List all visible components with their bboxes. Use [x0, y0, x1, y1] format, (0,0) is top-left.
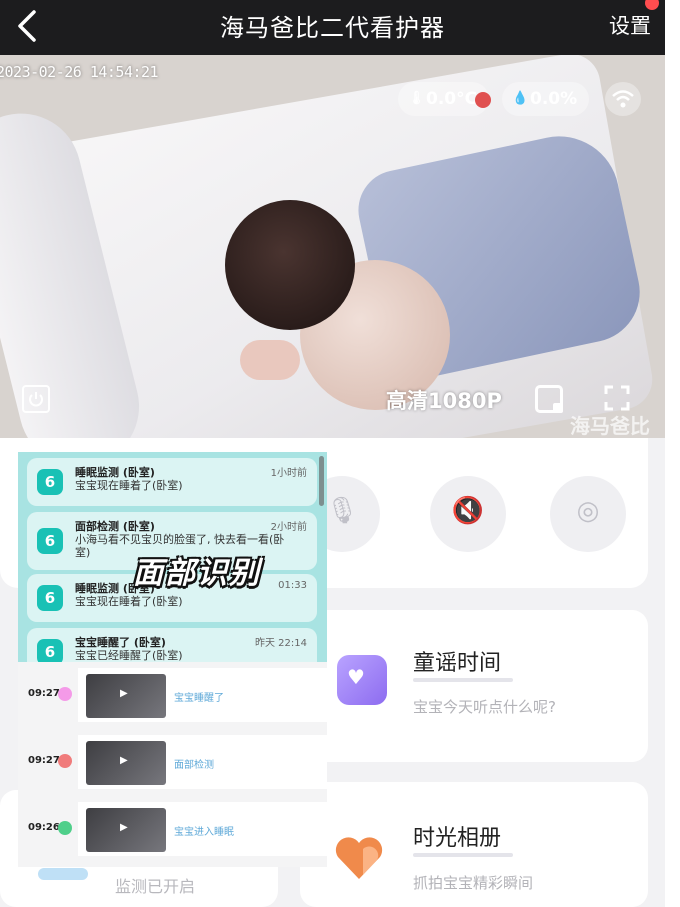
- monitor-icon: [38, 868, 88, 880]
- overlay-caption: 面部识别: [133, 556, 261, 591]
- album-card-title: 时光相册: [413, 826, 502, 851]
- mute-button[interactable]: 🔇: [430, 476, 506, 552]
- panel-scrollbar[interactable]: [319, 456, 324, 506]
- app-logo-icon: 6: [37, 585, 63, 611]
- video-scene-baby-head: [225, 200, 355, 330]
- heart-album-icon: [335, 837, 383, 879]
- notification-body: 宝宝现在睡着了(卧室): [75, 595, 183, 608]
- event-video-thumbnail[interactable]: [86, 808, 166, 852]
- event-type-icon: [58, 687, 72, 701]
- event-row[interactable]: 09:27 宝宝睡醒了: [18, 666, 327, 726]
- event-label: 宝宝进入睡眠: [174, 827, 234, 838]
- app-logo-icon: 6: [37, 469, 63, 495]
- notification-body: 宝宝已经睡醒了(卧室): [75, 649, 183, 662]
- event-video-thumbnail[interactable]: [86, 674, 166, 718]
- event-row[interactable]: 09:26 宝宝进入睡眠: [18, 800, 327, 860]
- notification-item[interactable]: 6 宝宝睡醒了 (卧室) 宝宝已经睡醒了(卧室) 昨天 22:14: [27, 628, 317, 662]
- notification-time: 1小时前: [270, 468, 307, 479]
- event-time: 09:26: [28, 822, 60, 833]
- event-list: 09:27 宝宝睡醒了 09:27 面部检测 09:26 宝宝进入睡眠: [18, 662, 327, 867]
- notification-time: 01:33: [278, 580, 307, 591]
- event-label: 宝宝睡醒了: [174, 693, 224, 704]
- right-edge: [665, 0, 680, 907]
- humidity-chip: 💧 0.0%: [502, 82, 590, 116]
- app-logo-icon: 6: [37, 528, 63, 554]
- thermometer-icon: 🌡: [408, 91, 425, 106]
- event-card[interactable]: 宝宝睡醒了: [78, 668, 327, 722]
- video-feed[interactable]: 2023-02-26 14:54:21 🌡 0.0°C 💧 0.0% 高清108…: [0, 55, 665, 438]
- temperature-chip: 🌡 0.0°C: [398, 82, 492, 116]
- power-icon[interactable]: [22, 385, 50, 413]
- notification-time: 昨天 22:14: [255, 638, 307, 649]
- notification-item[interactable]: 6 睡眠监测 (卧室) 宝宝现在睡着了(卧室) 1小时前: [27, 458, 317, 506]
- song-card-subtitle: 宝宝今天听点什么呢?: [413, 698, 556, 716]
- app-logo-icon: 6: [37, 639, 63, 662]
- mute-icon: 🔇: [451, 496, 485, 526]
- event-type-icon: [58, 821, 72, 835]
- album-title-underline: [413, 853, 513, 857]
- humidity-value: 0.0%: [530, 89, 578, 109]
- monitor-status: 监测已开启: [115, 877, 196, 896]
- page-title: 海马爸比二代看护器: [220, 14, 445, 42]
- event-video-thumbnail[interactable]: [86, 741, 166, 785]
- humidity-icon: 💧: [512, 91, 529, 106]
- ptz-button[interactable]: ◎: [550, 476, 626, 552]
- temperature-alert-dot: [475, 92, 492, 108]
- notification-title: 宝宝睡醒了 (卧室): [75, 636, 166, 649]
- event-row[interactable]: 09:27 面部检测: [18, 733, 327, 793]
- quality-selector[interactable]: 高清1080P: [386, 385, 502, 415]
- video-scene-baby-hands: [240, 340, 300, 380]
- notification-title: 睡眠监测 (卧室): [75, 466, 155, 479]
- top-bar: 海马爸比二代看护器 设置: [0, 0, 665, 55]
- event-time: 09:27: [28, 755, 60, 766]
- notification-title: 面部检测 (卧室): [75, 520, 155, 533]
- event-card[interactable]: 宝宝进入睡眠: [78, 802, 327, 856]
- video-timestamp: 2023-02-26 14:54:21: [0, 63, 159, 81]
- song-card-title: 童谣时间: [413, 651, 502, 676]
- event-label: 面部检测: [174, 760, 214, 771]
- song-title-underline: [413, 678, 513, 682]
- ptz-icon: ◎: [576, 496, 600, 526]
- pip-icon[interactable]: [535, 385, 563, 413]
- music-box-icon: [337, 655, 387, 705]
- settings-label: 设置: [609, 14, 651, 38]
- temperature-value: 0.0°C: [426, 89, 478, 109]
- event-type-icon: [58, 754, 72, 768]
- notification-time: 2小时前: [270, 522, 307, 533]
- settings-button[interactable]: 设置: [609, 0, 659, 40]
- album-card-subtitle: 抓拍宝宝精彩瞬间: [413, 874, 534, 892]
- event-card[interactable]: 面部检测: [78, 735, 327, 789]
- wifi-icon[interactable]: [605, 82, 641, 116]
- video-watermark: 海马爸比: [570, 414, 650, 438]
- event-time: 09:27: [28, 688, 60, 699]
- notification-body: 宝宝现在睡着了(卧室): [75, 479, 183, 492]
- fullscreen-icon[interactable]: [604, 385, 630, 411]
